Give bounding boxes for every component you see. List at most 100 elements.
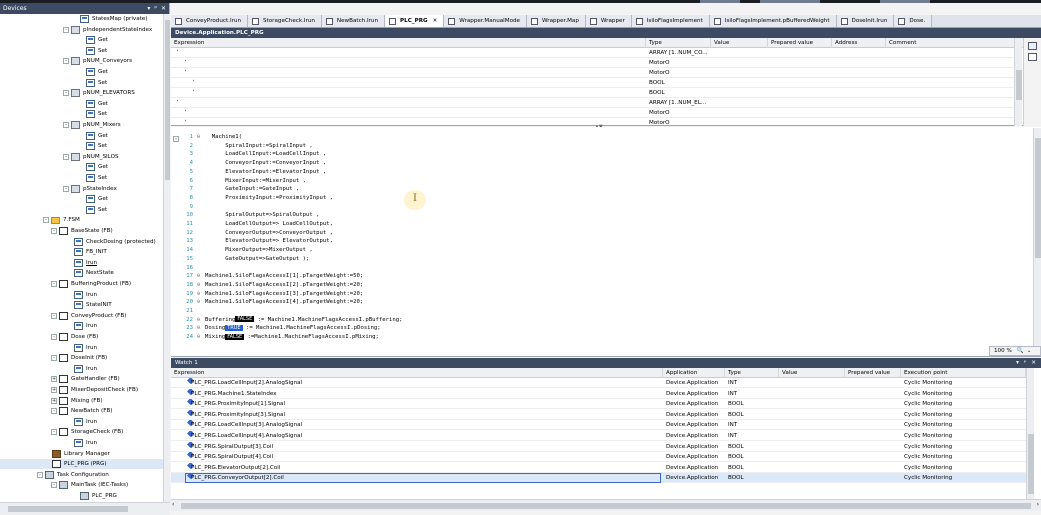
tree-item[interactable]: - StorageCheck (FB) [0,427,163,437]
tree-item[interactable]: - pIndependentStateIndex [0,25,163,35]
editor-tab[interactable]: PLC_PRG ✕ [385,15,445,27]
fold-marker[interactable]: ⊖ [197,133,203,141]
fold-marker[interactable]: ⊖ [197,324,203,332]
close-icon[interactable]: ✕ [161,5,166,12]
tree-item[interactable]: Irun [0,438,163,448]
tree-item[interactable]: Get [0,99,163,109]
collapse-icon[interactable]: - [51,482,57,489]
pin-icon[interactable]: ᵖ [154,5,157,12]
watch-row[interactable]: PLC_PRG.SpiralOutput[3].Coil Device.Appli… [171,441,1026,452]
col-type[interactable]: Type [646,38,711,48]
col-address[interactable]: Address [832,38,886,48]
monitor-row[interactable]: -ElevatorOutput ARRAY [1..NUM_EL... [171,98,1021,108]
tree-item[interactable]: Get [0,162,163,172]
watch-row[interactable]: PLC_PRG.ProximityInput[1].Signal Device.A… [171,399,1026,410]
collapse-icon[interactable]: - [43,217,49,224]
tree-item[interactable]: FB_INIT [0,247,163,257]
chevron-down-icon[interactable]: ⌄ [1027,348,1032,354]
editor-tab[interactable]: Dose. [894,15,933,27]
watch-row[interactable]: PLC_PRG.ElevatorOutput[2].Coil Device.App… [171,462,1026,473]
editor-tab[interactable]: Wrapper.ManualMode [444,15,527,27]
watch-vertical-scrollbar[interactable] [1026,368,1034,499]
tree-item[interactable]: StateINIT [0,300,163,310]
tree-item[interactable]: Get [0,131,163,141]
tree-item[interactable]: NextState [0,268,163,278]
col-expression[interactable]: Expression [171,38,646,48]
collapse-icon[interactable]: - [63,90,69,97]
col-execution-point[interactable]: Execution point [901,368,1026,378]
collapse-icon[interactable]: - [63,185,69,192]
tree-item[interactable]: - Dose (FB) [0,332,163,342]
code-editor[interactable]: - 1 ⊖ Machine1(2 SpiralInput:=SpiralInput… [171,127,1041,357]
col-type[interactable]: Type [725,368,779,378]
tree-item[interactable]: Irun [0,321,163,331]
tree-item[interactable]: - MainTask (IEC-Tasks) [0,480,163,490]
monitor-layout-icon[interactable] [1028,53,1037,61]
monitor-view-icon[interactable] [1028,42,1037,50]
tree-item[interactable]: Irun [0,290,163,300]
scroll-thumb[interactable] [181,503,1031,509]
fold-marker[interactable]: ⊖ [197,333,203,341]
fold-marker[interactable]: ⊖ [197,290,203,298]
close-icon[interactable]: ✕ [1031,360,1036,366]
watch-row[interactable]: PLC_PRG.LoadCellInput[3].AnalogSignal Dev… [171,420,1026,431]
tree-horizontal-scrollbar[interactable] [0,502,170,515]
col-comment[interactable]: Comment [886,38,1021,48]
pane-menu-icon[interactable]: ▾ [147,5,150,12]
editor-tab[interactable]: Wrapper.Map [526,15,586,27]
tree-item[interactable]: Irun [0,343,163,353]
tree-item[interactable]: StatesMap (private) [0,14,163,24]
monitor-row[interactable]: FaultStatus BOOL FALSE [171,88,1021,98]
monitor-row[interactable]: +ConveyorOutput[1] MotorO [171,58,1021,68]
tree-item[interactable]: Set [0,205,163,215]
watch-row[interactable]: PLC_PRG.ConveyorOutput[2].Coil Device.App… [171,473,1026,484]
editor-tab[interactable]: IsiloFlagsImplement.pBufferedWeight [709,15,837,27]
scroll-thumb[interactable] [1016,70,1022,100]
tree-item[interactable]: - 7.FSM [0,215,163,225]
tree-item[interactable]: Get [0,194,163,204]
monitor-row[interactable]: Coil BOOL TRUE [171,78,1021,88]
monitor-row[interactable]: -ConveyorOutput ARRAY [1..NUM_CO... [171,48,1021,58]
fold-marker[interactable]: ⊖ [197,272,203,280]
monitor-vertical-scrollbar[interactable] [1014,38,1022,126]
tree-item[interactable]: PLC_PRG [0,491,163,501]
col-expression[interactable]: Expression [171,368,663,378]
editor-tab[interactable]: StorageCheck.Irun [248,15,322,27]
collapse-icon[interactable]: - [51,281,57,287]
tree-item[interactable]: - pNUM_Conveyors [0,56,163,66]
tree-item[interactable]: + Mixing (FB) [0,396,163,406]
tree-item[interactable]: Irun [0,417,163,427]
tree-item[interactable]: Set [0,141,163,151]
tree-item[interactable]: - pNUM_SILOS [0,152,163,162]
tree-item[interactable]: - pNUM_ELEVATORS [0,88,163,98]
tree-item[interactable]: - NewBatch (FB) [0,406,163,416]
col-value[interactable]: Value [711,38,768,48]
close-tab-icon[interactable]: ✕ [433,18,438,24]
scroll-thumb[interactable] [8,506,128,512]
pin-icon[interactable]: ᵖ [1024,360,1026,366]
editor-tab[interactable]: DoseInit.Irun [836,15,895,27]
tree-item[interactable]: Get [0,35,163,45]
collapse-icon[interactable]: - [51,355,57,362]
collapse-icon[interactable]: - [51,228,57,234]
watch-row[interactable]: PLC_PRG.LoadCellInput[2].AnalogSignal Dev… [171,378,1026,388]
collapse-icon[interactable]: - [51,312,57,319]
expand-icon[interactable]: + [51,397,57,404]
scroll-right-icon[interactable]: › [1037,501,1039,508]
pane-menu-icon[interactable]: ▾ [1016,360,1019,366]
collapse-icon[interactable]: - [51,334,57,340]
tree-item[interactable]: CheckDosing (protected) [0,237,163,247]
tree-item[interactable]: Set [0,109,163,119]
scroll-left-icon[interactable]: ‹ [172,501,174,508]
tree-item[interactable]: Get [0,67,163,77]
fold-marker[interactable]: ⊖ [197,316,203,324]
tree-item[interactable]: Set [0,78,163,88]
fold-marker[interactable]: ⊖ [197,298,203,306]
tree-item[interactable]: - DoseInit (FB) [0,353,163,363]
editor-tab[interactable]: NewBatch.Irun [321,15,386,27]
monitor-row[interactable]: -ConveyorOutput[2] MotorO [171,68,1021,78]
collapse-icon[interactable]: - [37,471,43,478]
fold-marker[interactable]: ⊖ [197,281,203,289]
collapse-icon[interactable]: - [63,26,69,33]
monitor-row[interactable]: +ElevatorOutput[1] MotorO [171,108,1021,118]
